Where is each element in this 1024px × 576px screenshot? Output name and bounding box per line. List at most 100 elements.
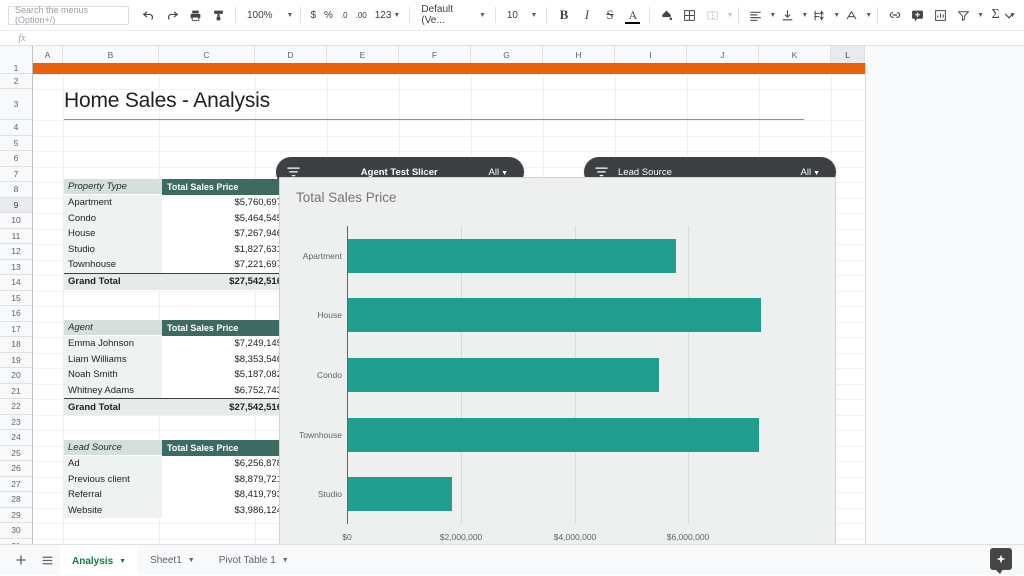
- row-header-10[interactable]: 10: [0, 213, 32, 229]
- increase-decimal-button[interactable]: .00: [352, 4, 371, 26]
- chart-bar[interactable]: Condo: [348, 358, 659, 392]
- row-header-28[interactable]: 28: [0, 492, 32, 508]
- table-row[interactable]: Apartment$5,760,697: [64, 195, 287, 211]
- row-header-11[interactable]: 11: [0, 229, 32, 245]
- row-header-2[interactable]: 2: [0, 74, 32, 89]
- chart-bar[interactable]: Apartment: [348, 239, 676, 273]
- font-family-selector[interactable]: Default (Ve... ▼: [415, 4, 490, 26]
- strikethrough-button[interactable]: S: [598, 4, 621, 27]
- filter-icon[interactable]: [952, 4, 975, 27]
- select-all-corner[interactable]: [0, 46, 33, 63]
- table-row[interactable]: Liam Williams$8,353,546: [64, 352, 287, 368]
- table-row[interactable]: Referral$8,419,793: [64, 487, 287, 503]
- sheet-tab-sheet1[interactable]: Sheet1▼: [138, 545, 207, 576]
- table-row[interactable]: Previous client$8,879,721: [64, 472, 287, 488]
- table-row[interactable]: Website$3,986,124: [64, 503, 287, 519]
- row-header-1[interactable]: 1: [0, 63, 32, 74]
- italic-button[interactable]: I: [575, 4, 598, 27]
- text-color-button[interactable]: A: [621, 4, 644, 27]
- search-input[interactable]: Search the menus (Option+/): [8, 6, 129, 25]
- font-size-selector[interactable]: 10 ▼: [501, 10, 542, 21]
- row-header-3[interactable]: 3: [0, 89, 32, 120]
- row-header-13[interactable]: 13: [0, 260, 32, 276]
- row-header-24[interactable]: 24: [0, 430, 32, 446]
- row-header-9[interactable]: 9: [0, 198, 32, 214]
- vertical-align-icon[interactable]: [776, 4, 799, 27]
- percent-format-button[interactable]: %: [320, 4, 337, 26]
- bold-button[interactable]: B: [552, 4, 575, 27]
- table-row[interactable]: Condo$5,464,545: [64, 211, 287, 227]
- column-header-b[interactable]: B: [63, 46, 159, 63]
- currency-format-button[interactable]: $: [306, 4, 320, 26]
- text-rotation-icon[interactable]: [840, 4, 863, 27]
- row-header-27[interactable]: 27: [0, 477, 32, 493]
- row-header-17[interactable]: 17: [0, 322, 32, 338]
- print-icon[interactable]: [184, 4, 207, 27]
- add-sheet-button[interactable]: [8, 547, 34, 573]
- row-header-18[interactable]: 18: [0, 337, 32, 353]
- column-header-k[interactable]: K: [759, 46, 831, 63]
- undo-icon[interactable]: [138, 4, 161, 27]
- row-header-4[interactable]: 4: [0, 120, 32, 136]
- column-header-e[interactable]: E: [327, 46, 399, 63]
- row-header-19[interactable]: 19: [0, 353, 32, 369]
- row-header-20[interactable]: 20: [0, 368, 32, 384]
- chevron-down-icon[interactable]: ▼: [119, 558, 126, 565]
- table-row[interactable]: House$7,267,946: [64, 226, 287, 242]
- column-header-f[interactable]: F: [399, 46, 471, 63]
- table-row[interactable]: Whitney Adams$6,752,743: [64, 383, 287, 399]
- column-header-c[interactable]: C: [159, 46, 255, 63]
- row-header-25[interactable]: 25: [0, 446, 32, 462]
- row-header-16[interactable]: 16: [0, 306, 32, 322]
- table-row[interactable]: Studio$1,827,631: [64, 242, 287, 258]
- row-header-15[interactable]: 15: [0, 291, 32, 307]
- more-formats-button[interactable]: 123 ▼: [371, 4, 405, 26]
- chart-bar[interactable]: Townhouse: [348, 418, 759, 452]
- chevron-down-icon[interactable]: ▼: [188, 557, 195, 564]
- chart-total-sales-price[interactable]: Total Sales Price ApartmentHouseCondoTow…: [279, 177, 836, 544]
- column-header-h[interactable]: H: [543, 46, 615, 63]
- row-header-26[interactable]: 26: [0, 461, 32, 477]
- table-row[interactable]: Ad$6,256,878: [64, 456, 287, 472]
- borders-icon[interactable]: [678, 4, 701, 27]
- row-header-7[interactable]: 7: [0, 167, 32, 183]
- table-row[interactable]: Townhouse$7,221,697: [64, 257, 287, 273]
- chevron-down-icon[interactable]: ▼: [977, 12, 984, 19]
- decrease-decimal-button[interactable]: .0: [337, 4, 352, 26]
- merge-cells-icon[interactable]: [701, 4, 724, 27]
- row-header-29[interactable]: 29: [0, 508, 32, 524]
- fill-color-icon[interactable]: [655, 4, 678, 27]
- table-row[interactable]: Noah Smith$5,187,082: [64, 367, 287, 383]
- chart-bar[interactable]: House: [348, 298, 761, 332]
- column-header-l[interactable]: L: [831, 46, 865, 63]
- insert-chart-icon[interactable]: [929, 4, 952, 27]
- row-header-5[interactable]: 5: [0, 136, 32, 152]
- row-header-8[interactable]: 8: [0, 182, 32, 198]
- chevron-down-icon[interactable]: ▼: [726, 12, 733, 19]
- redo-icon[interactable]: [161, 4, 184, 27]
- column-header-d[interactable]: D: [255, 46, 327, 63]
- row-header-22[interactable]: 22: [0, 399, 32, 415]
- row-header-6[interactable]: 6: [0, 151, 32, 167]
- chevron-down-icon[interactable]: ▼: [801, 12, 808, 19]
- chevron-down-icon[interactable]: ▼: [833, 12, 840, 19]
- sheet-tab-analysis[interactable]: Analysis▼: [60, 545, 138, 576]
- row-header-30[interactable]: 30: [0, 523, 32, 539]
- comment-icon[interactable]: [906, 4, 929, 27]
- column-header-j[interactable]: J: [687, 46, 759, 63]
- chevron-down-icon[interactable]: ▼: [769, 12, 776, 19]
- explore-icon[interactable]: [990, 548, 1012, 570]
- chart-bar[interactable]: Studio: [348, 477, 452, 511]
- table-row[interactable]: Emma Johnson$7,249,145: [64, 336, 287, 352]
- column-header-g[interactable]: G: [471, 46, 543, 63]
- slicer-value[interactable]: All▼: [489, 167, 525, 178]
- row-header-12[interactable]: 12: [0, 244, 32, 260]
- row-header-14[interactable]: 14: [0, 275, 32, 291]
- column-header-i[interactable]: I: [615, 46, 687, 63]
- sheet-tab-pivot-table-1[interactable]: Pivot Table 1▼: [207, 545, 301, 576]
- chevron-down-icon[interactable]: ▼: [865, 12, 872, 19]
- column-header-a[interactable]: A: [33, 46, 63, 63]
- collapse-toolbar-button[interactable]: [1002, 0, 1016, 31]
- text-wrap-icon[interactable]: [808, 4, 831, 27]
- chevron-down-icon[interactable]: ▼: [282, 557, 289, 564]
